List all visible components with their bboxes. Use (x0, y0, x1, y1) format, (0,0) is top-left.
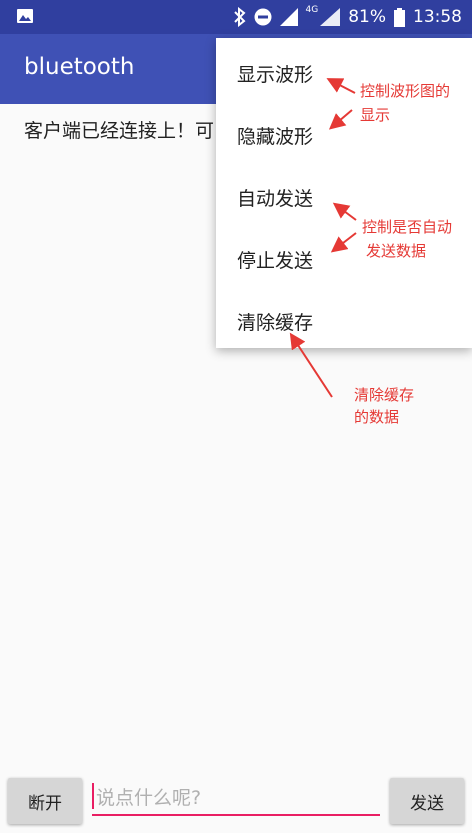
signal-icon (279, 8, 298, 26)
message-input-placeholder: 说点什么呢? (96, 786, 202, 809)
network-type: 4G (305, 5, 319, 15)
disconnect-button[interactable]: 断开 (8, 778, 82, 824)
bluetooth-icon (233, 7, 245, 27)
cell-signal-icon (320, 8, 341, 26)
annotation-auto-line2: 发送数据 (366, 242, 427, 260)
annotation-waveform-line1: 控制波形图的 (360, 82, 451, 100)
annotation-clear-line2: 的数据 (354, 408, 400, 426)
menu-item-clear-cache[interactable]: 清除缓存 (237, 308, 313, 335)
text-cursor (92, 783, 94, 809)
menu-item-stop-send[interactable]: 停止发送 (237, 246, 313, 273)
annotation-auto-line1: 控制是否自动 (362, 218, 453, 236)
annotation-clear-line1: 清除缓存 (354, 386, 415, 404)
battery-percent: 81% (348, 7, 386, 27)
menu-item-hide-waveform[interactable]: 隐藏波形 (237, 122, 313, 149)
battery-icon (394, 7, 405, 27)
menu-item-show-waveform[interactable]: 显示波形 (237, 60, 313, 87)
bottom-bar: 断开 说点什么呢? 发送 (0, 770, 472, 833)
annotation-waveform-line2: 显示 (360, 106, 391, 124)
image-notification-icon (17, 9, 33, 23)
menu-item-auto-send[interactable]: 自动发送 (237, 184, 313, 211)
connection-status-text: 客户端已经连接上！可 (24, 120, 215, 142)
message-input[interactable]: 说点什么呢? (92, 778, 380, 816)
do-not-disturb-icon (254, 8, 271, 26)
clock: 13:58 (413, 7, 462, 27)
status-bar: 4G 81% 13:58 (0, 0, 472, 34)
send-button[interactable]: 发送 (390, 778, 464, 824)
app-title: bluetooth (24, 54, 135, 80)
